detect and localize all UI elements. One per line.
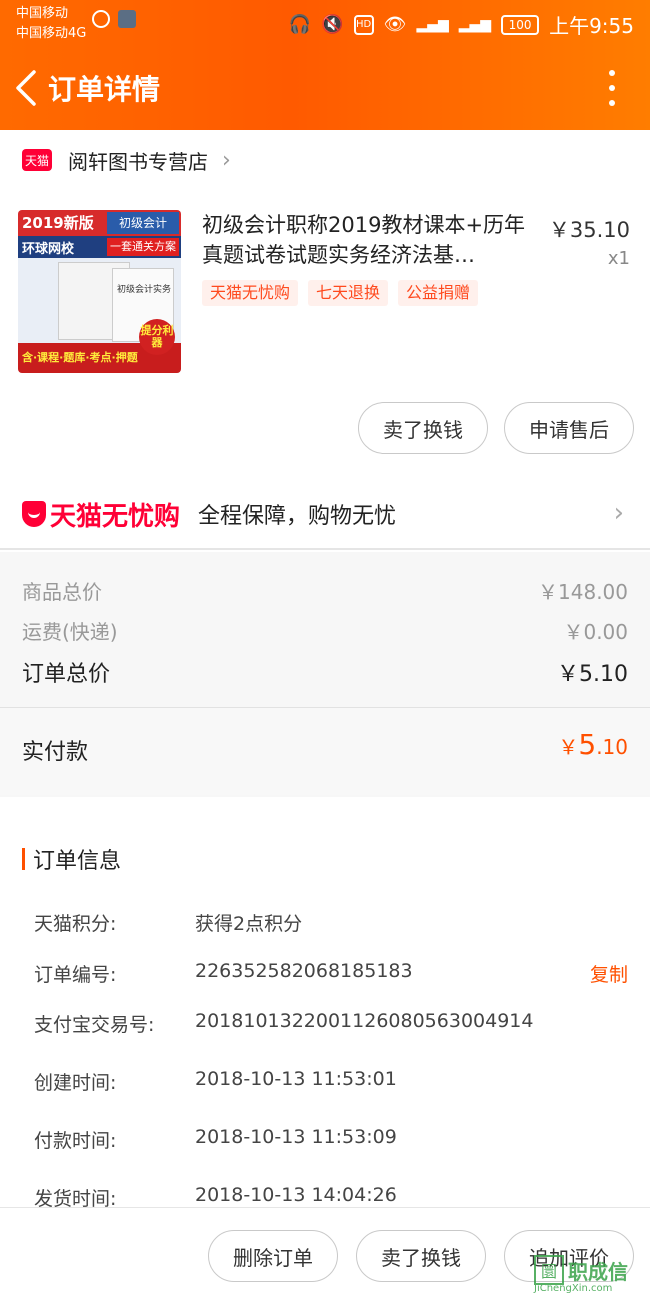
paid-row: 实付款 ￥5.10 xyxy=(0,707,650,795)
item-actions: 卖了换钱 申请售后 xyxy=(358,402,634,454)
chevron-right-icon: › xyxy=(222,147,231,173)
cover-second-right: 一套通关方案 xyxy=(107,238,179,256)
paid-value: ￥5.10 xyxy=(558,728,628,761)
chevron-left-icon xyxy=(16,70,36,106)
info-row-paid: 付款时间: 2018-10-13 11:53:09 xyxy=(34,1126,628,1153)
shield-icon xyxy=(22,501,46,527)
watermark-text: 职成信 xyxy=(568,1259,628,1284)
paid-currency: ￥ xyxy=(558,735,579,759)
watermark-logo: 圜 职成信 JiChengXin.com xyxy=(534,1248,644,1294)
paid-integer: 5 xyxy=(578,728,597,761)
info-row-alipay-number: 支付宝交易号: 2018101322001126080563004914 xyxy=(34,1010,628,1037)
status-bar-right: 🎧 🔇 HD 👁 ▂▄▆ ▂▄▆ 100 上午9:55 xyxy=(289,10,634,39)
eye-icon: 👁 xyxy=(383,14,407,35)
carrier-1: 中国移动 xyxy=(16,6,69,21)
signal-bars-4g-icon: ▂▄▆ xyxy=(458,16,492,33)
more-dot-icon xyxy=(609,70,615,76)
info-key: 付款时间: xyxy=(34,1130,117,1152)
delete-order-button[interactable]: 删除订单 xyxy=(208,1230,338,1282)
info-value: 获得2点积分 xyxy=(195,913,303,935)
shipping-value: ￥0.00 xyxy=(563,620,628,644)
info-key: 天猫积分: xyxy=(34,913,117,935)
signal-app-icon xyxy=(92,10,110,28)
sell-for-cash-button[interactable]: 卖了换钱 xyxy=(358,402,488,454)
order-info: 订单信息 天猫积分: 获得2点积分 订单编号: 2263525820681851… xyxy=(0,817,650,1210)
info-value: 226352582068185183 xyxy=(195,960,413,982)
order-total-row: 订单总价 ￥5.10 xyxy=(22,656,628,688)
product-title[interactable]: 初级会计职称2019教材课本+历年真题试卷试题实务经济法基… xyxy=(202,210,532,270)
info-value: 2018-10-13 11:53:01 xyxy=(195,1068,397,1090)
tmall-badge-icon: 天猫 xyxy=(22,149,52,171)
more-dot-icon xyxy=(609,85,615,91)
product-item[interactable]: 2019新版 初级会计 环球网校 一套通关方案 初级会计实务 含·课程·题库·考… xyxy=(0,200,650,380)
cover-book-title: 初级会计实务 xyxy=(116,285,171,295)
paid-label: 实付款 xyxy=(22,740,89,765)
nav-bar: 订单详情 xyxy=(0,58,650,118)
info-key: 订单编号: xyxy=(34,964,117,986)
chevron-right-icon: › xyxy=(613,498,624,528)
order-info-title: 订单信息 xyxy=(22,843,121,875)
shipping-label: 运费(快递) xyxy=(22,620,118,644)
goods-total-label: 商品总价 xyxy=(22,580,102,604)
watermark-sub: JiChengXin.com xyxy=(534,1283,613,1294)
assurance-text: 全程保障，购物无忧 xyxy=(198,504,397,529)
page-title: 订单详情 xyxy=(48,73,161,106)
status-bar-carriers: 中国移动 中国移动4G xyxy=(16,4,86,44)
product-quantity: x1 xyxy=(607,248,630,269)
info-value: 2018101322001126080563004914 xyxy=(195,1010,534,1032)
battery-icon: 100 xyxy=(501,14,540,35)
product-cover-image[interactable]: 2019新版 初级会计 环球网校 一套通关方案 初级会计实务 含·课程·题库·考… xyxy=(18,210,181,373)
copy-order-number-button[interactable]: 复制 xyxy=(590,960,628,987)
shop-row[interactable]: 天猫 阅轩图书专营店 › xyxy=(0,130,650,190)
carrier-2: 中国移动4G xyxy=(16,26,87,41)
tag-worry-free: 天猫无忧购 xyxy=(202,280,299,306)
bottom-action-bar: 删除订单 卖了换钱 追加评价 圜 职成信 JiChengXin.com xyxy=(0,1207,650,1300)
headphone-icon: 🎧 xyxy=(288,14,312,35)
status-time: 上午9:55 xyxy=(549,14,634,38)
shield-app-icon xyxy=(118,10,136,28)
shipping-row: 运费(快递) ￥0.00 xyxy=(22,616,628,645)
info-row-created: 创建时间: 2018-10-13 11:53:01 xyxy=(34,1068,628,1095)
cover-top-right: 初级会计 xyxy=(107,212,179,234)
product-price: ￥35.10 xyxy=(548,218,630,242)
info-row-order-number: 订单编号: 226352582068185183 复制 xyxy=(34,960,628,987)
price-summary: 商品总价 ￥148.00 运费(快递) ￥0.00 订单总价 ￥5.10 实付款… xyxy=(0,552,650,797)
goods-total-value: ￥148.00 xyxy=(538,580,628,604)
cover-top-left: 2019新版 xyxy=(22,214,94,232)
assurance-row[interactable]: 天猫无忧购 全程保障，购物无忧 › xyxy=(0,480,650,550)
tag-seven-day-return: 七天退换 xyxy=(308,280,389,306)
info-row-points: 天猫积分: 获得2点积分 xyxy=(34,909,628,936)
hd-icon: HD xyxy=(353,14,374,35)
back-button[interactable] xyxy=(6,58,46,118)
cover-second-left: 环球网校 xyxy=(22,242,75,257)
order-total-label: 订单总价 xyxy=(22,662,111,687)
more-dot-icon xyxy=(609,100,615,106)
info-value: 2018-10-13 11:53:09 xyxy=(195,1126,397,1148)
assurance-logo: 天猫无忧购 xyxy=(22,496,180,533)
mute-icon: 🔇 xyxy=(321,14,344,35)
paid-decimal: .10 xyxy=(596,735,628,759)
shop-name: 阅轩图书专营店 xyxy=(68,149,208,174)
header: 中国移动 中国移动4G 🎧 🔇 HD 👁 ▂▄▆ ▂▄▆ 100 上午9:55 … xyxy=(0,0,650,130)
watermark-box: 圜 xyxy=(534,1255,564,1285)
more-menu-button[interactable] xyxy=(604,70,620,106)
assurance-logo-text: 天猫无忧购 xyxy=(50,501,181,532)
sell-for-cash-button-bottom[interactable]: 卖了换钱 xyxy=(356,1230,486,1282)
signal-bars-icon: ▂▄▆ xyxy=(416,16,449,33)
product-tags: 天猫无忧购 七天退换 公益捐赠 xyxy=(202,280,479,306)
cover-seal: 提分利器 xyxy=(139,319,175,355)
status-bar-app-icons xyxy=(92,10,136,28)
info-key: 支付宝交易号: xyxy=(34,1014,155,1036)
apply-after-sale-button[interactable]: 申请售后 xyxy=(504,402,634,454)
tag-charity: 公益捐赠 xyxy=(398,280,479,306)
goods-total-row: 商品总价 ￥148.00 xyxy=(22,576,628,605)
order-total-value: ￥5.10 xyxy=(557,662,628,687)
info-key: 创建时间: xyxy=(34,1072,117,1094)
